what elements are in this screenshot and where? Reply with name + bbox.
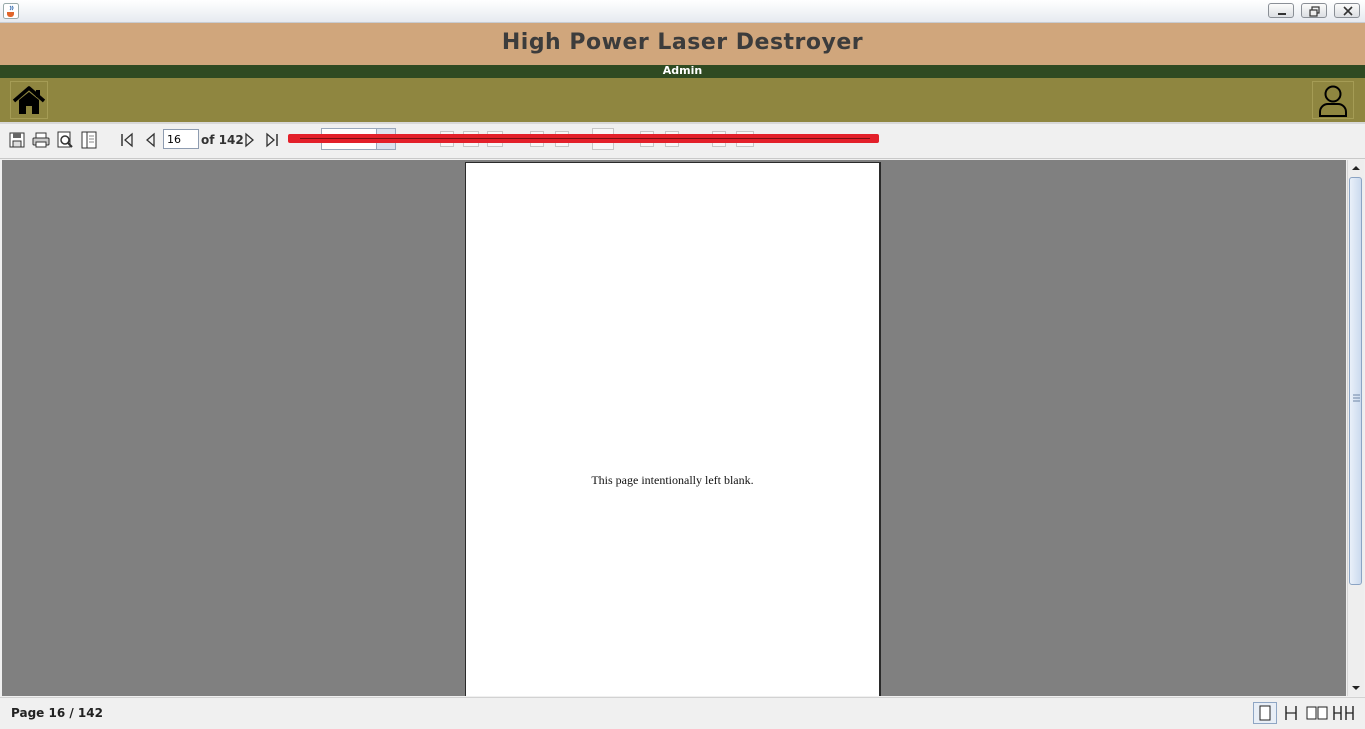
- page-number-input[interactable]: [163, 129, 199, 149]
- continuous-page-icon: [1285, 706, 1297, 720]
- nav-bar: [0, 78, 1365, 124]
- java-cup-icon: [3, 3, 19, 19]
- next-page-button[interactable]: [239, 130, 259, 150]
- last-page-icon: [266, 132, 278, 148]
- last-page-button[interactable]: [262, 130, 282, 150]
- save-button[interactable]: [7, 130, 27, 150]
- first-page-button[interactable]: [117, 130, 137, 150]
- previous-page-icon: [146, 132, 155, 148]
- scroll-thumb[interactable]: [1349, 177, 1362, 585]
- facing-view-button[interactable]: [1305, 702, 1329, 724]
- next-page-icon: [245, 132, 254, 148]
- restore-icon: [1309, 6, 1320, 17]
- arrow-down-icon: [1352, 686, 1360, 690]
- save-icon: [9, 132, 25, 148]
- page-body-text: This page intentionally left blank.: [591, 473, 754, 487]
- app-header: High Power Laser Destroyer: [0, 23, 1365, 65]
- print-button[interactable]: [31, 130, 51, 150]
- vertical-scrollbar[interactable]: [1347, 160, 1364, 696]
- home-icon: [12, 86, 46, 114]
- continuous-facing-view-button[interactable]: [1331, 702, 1355, 724]
- status-bar: Page 16 / 142: [0, 697, 1365, 729]
- single-page-view-button[interactable]: [1253, 702, 1277, 724]
- continuous-view-button[interactable]: [1279, 702, 1303, 724]
- page-setup-button[interactable]: [79, 130, 99, 150]
- arrow-up-icon: [1352, 166, 1360, 170]
- user-icon: [1319, 85, 1347, 117]
- print-preview-button[interactable]: [55, 130, 75, 150]
- continuous-facing-icon: [1333, 706, 1354, 720]
- close-button[interactable]: [1334, 3, 1360, 18]
- first-page-icon: [121, 132, 133, 148]
- redaction-stroke: [300, 138, 870, 139]
- document-page: This page intentionally left blank.: [465, 162, 881, 696]
- minimize-button[interactable]: [1268, 3, 1294, 18]
- scroll-up-button[interactable]: [1348, 160, 1364, 176]
- app-title: High Power Laser Destroyer: [501, 30, 864, 55]
- scroll-down-button[interactable]: [1348, 680, 1364, 696]
- user-role-bar: Admin: [0, 64, 1365, 78]
- profile-button[interactable]: [1312, 81, 1354, 119]
- close-icon: [1343, 6, 1353, 16]
- home-button[interactable]: [10, 81, 48, 119]
- previous-page-button[interactable]: [141, 130, 161, 150]
- facing-pages-icon: [1306, 706, 1328, 720]
- print-preview-icon: [57, 131, 73, 148]
- page-setup-icon: [81, 131, 97, 149]
- page-total-label: of 142: [201, 133, 244, 147]
- minimize-icon: [1278, 13, 1286, 15]
- document-viewport[interactable]: This page intentionally left blank.: [2, 160, 1346, 696]
- window-title-bar: [0, 0, 1365, 23]
- grip-icon: [1353, 394, 1360, 402]
- page-status-label: Page 16 / 142: [11, 706, 103, 720]
- print-icon: [32, 132, 50, 148]
- viewer-toolbar: of 142: [0, 124, 1365, 159]
- single-page-icon: [1259, 705, 1271, 721]
- user-role-label: Admin: [662, 64, 703, 77]
- restore-button[interactable]: [1301, 3, 1327, 18]
